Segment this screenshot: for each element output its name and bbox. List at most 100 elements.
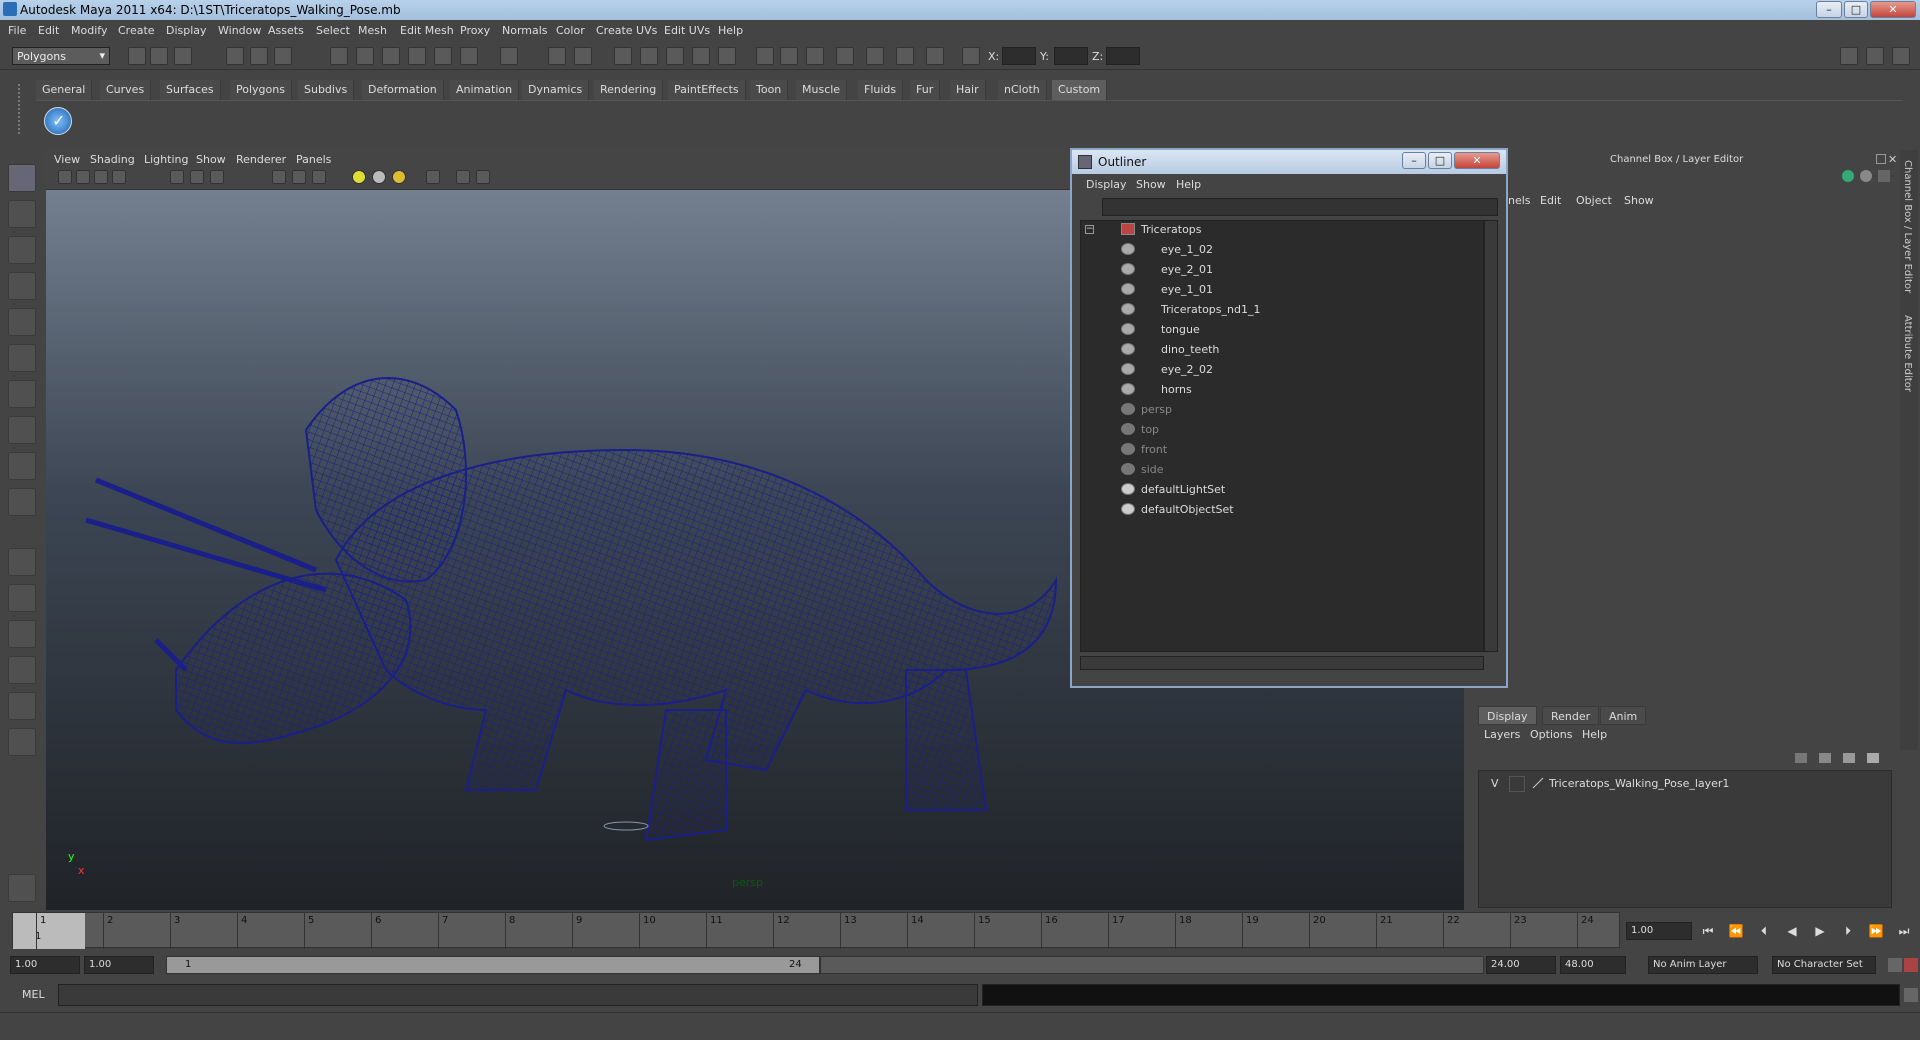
grid-icon[interactable]: [170, 170, 184, 184]
wireframe-icon[interactable]: [272, 170, 286, 184]
hypershade-icon[interactable]: [692, 47, 710, 65]
layer-menu-layers[interactable]: Layers: [1484, 728, 1520, 741]
menu-create[interactable]: Create: [118, 24, 155, 37]
shelf-tab-curves[interactable]: Curves: [100, 80, 152, 100]
image-plane-icon[interactable]: [112, 170, 126, 184]
soft-mod-tool-icon[interactable]: [8, 416, 36, 444]
hand-icon[interactable]: [8, 874, 36, 902]
layer-type-toggle[interactable]: [1509, 776, 1525, 792]
display-icon[interactable]: [1860, 170, 1872, 182]
custom-layout-icon[interactable]: [8, 728, 36, 756]
move-tool-icon[interactable]: [8, 272, 36, 300]
outliner-close-button[interactable]: ✕: [1454, 152, 1500, 169]
open-scene-icon[interactable]: [150, 47, 168, 65]
shelf-tab-fur[interactable]: Fur: [910, 80, 941, 100]
xray-joints-icon[interactable]: [476, 170, 490, 184]
snap-point-icon[interactable]: [382, 47, 400, 65]
command-language-label[interactable]: MEL: [22, 988, 45, 1001]
relative-transform-icon[interactable]: [806, 47, 824, 65]
numeric-input-icon[interactable]: [962, 47, 980, 65]
resolution-gate-icon[interactable]: [210, 170, 224, 184]
snap-surface-icon[interactable]: [434, 47, 452, 65]
layer-visibility-toggle[interactable]: V: [1491, 777, 1499, 790]
layer-add-icon[interactable]: [1842, 752, 1856, 764]
new-layer-icon[interactable]: [1794, 752, 1808, 764]
collapse-toggle-icon[interactable]: −: [1085, 225, 1094, 234]
animation-preferences-icon[interactable]: [1904, 958, 1918, 972]
side-tab-attribute-editor[interactable]: Attribute Editor: [1902, 315, 1913, 392]
layer-tab-display[interactable]: Display: [1478, 706, 1537, 725]
menu-create-uvs[interactable]: Create UVs: [596, 24, 657, 37]
channel-box-menu-show[interactable]: Show: [1624, 194, 1654, 207]
four-pane-layout-icon[interactable]: [8, 584, 36, 612]
outliner-item-eye-1-02[interactable]: eye_1_02: [1121, 241, 1421, 259]
bookmark-icon[interactable]: [94, 170, 108, 184]
shelf-tab-toon[interactable]: Toon: [750, 80, 789, 100]
layer-tab-anim[interactable]: Anim: [1600, 706, 1647, 725]
viewport-menu-renderer[interactable]: Renderer: [236, 153, 286, 166]
textured-icon[interactable]: [312, 170, 326, 184]
brush-icon[interactable]: [1878, 170, 1890, 182]
render-settings-icon[interactable]: [666, 47, 684, 65]
key-icon[interactable]: [1888, 958, 1902, 972]
shelf-tab-rendering[interactable]: Rendering: [594, 80, 664, 100]
shelf-tab-muscle[interactable]: Muscle: [796, 80, 848, 100]
select-hierarchy-icon[interactable]: [226, 47, 244, 65]
outliner-item-top[interactable]: top: [1121, 421, 1421, 439]
menu-edit-uvs[interactable]: Edit UVs: [664, 24, 710, 37]
go-to-start-icon[interactable]: ⏮: [1698, 924, 1718, 940]
outliner-item-front[interactable]: front: [1121, 441, 1421, 459]
shadows-icon[interactable]: [392, 170, 406, 184]
select-component-icon[interactable]: [274, 47, 292, 65]
check-icon[interactable]: ✓: [44, 107, 72, 135]
menu-help[interactable]: Help: [718, 24, 743, 37]
menu-proxy[interactable]: Proxy: [460, 24, 490, 37]
z-field[interactable]: [1106, 47, 1140, 65]
snap-curve-icon[interactable]: [356, 47, 374, 65]
play-backward-icon[interactable]: ◀: [1782, 924, 1802, 940]
y-field[interactable]: [1054, 47, 1088, 65]
step-forward-key-icon[interactable]: ⏩: [1866, 924, 1886, 940]
outliner-title-bar[interactable]: Outliner – □ ✕: [1072, 150, 1506, 174]
select-object-icon[interactable]: [250, 47, 268, 65]
channel-box-menu-edit[interactable]: Edit: [1540, 194, 1561, 207]
current-frame-indicator[interactable]: [13, 913, 85, 949]
new-layer-selected-icon[interactable]: [1818, 752, 1832, 764]
tools-icon[interactable]: [926, 47, 944, 65]
start-time-field[interactable]: 1.00: [10, 956, 80, 974]
lock-icon[interactable]: [548, 47, 566, 65]
default-light-icon[interactable]: [352, 170, 366, 184]
menu-assets[interactable]: Assets: [268, 24, 304, 37]
hypershade-layout-icon[interactable]: [8, 692, 36, 720]
outliner-menu-show[interactable]: Show: [1136, 178, 1166, 191]
manipulator-tool-icon[interactable]: [8, 380, 36, 408]
render-view-icon[interactable]: [718, 47, 736, 65]
menu-window[interactable]: Window: [218, 24, 261, 37]
outliner-maximize-button[interactable]: □: [1428, 152, 1452, 169]
snap-view-icon[interactable]: [408, 47, 426, 65]
outliner-item-persp[interactable]: persp: [1121, 401, 1421, 419]
help-icon[interactable]: [500, 47, 518, 65]
new-scene-icon[interactable]: [128, 47, 146, 65]
ipr-render-icon[interactable]: [640, 47, 658, 65]
channel-box-menu-channels[interactable]: nels: [1508, 194, 1531, 207]
shelf-grip-handle[interactable]: [18, 84, 30, 134]
shelf-tab-surfaces[interactable]: Surfaces: [160, 80, 221, 100]
menu-normals[interactable]: Normals: [502, 24, 548, 37]
menu-mesh[interactable]: Mesh: [358, 24, 387, 37]
camera-icon[interactable]: [866, 47, 884, 65]
paint-select-tool-icon[interactable]: [8, 236, 36, 264]
isolate-select-icon[interactable]: [426, 170, 440, 184]
absolute-transform-icon[interactable]: [780, 47, 798, 65]
end-time-field[interactable]: 48.00: [1560, 956, 1626, 974]
lasso-tool-icon[interactable]: [8, 200, 36, 228]
menu-file[interactable]: File: [8, 24, 26, 37]
show-manipulator-icon[interactable]: [8, 452, 36, 480]
shelf-tab-dynamics[interactable]: Dynamics: [522, 80, 590, 100]
shelf-tab-ncloth[interactable]: nCloth: [998, 80, 1047, 100]
close-panel-icon[interactable]: ✕: [1888, 153, 1897, 166]
sphere-icon[interactable]: [1842, 170, 1854, 182]
menu-edit-mesh[interactable]: Edit Mesh: [400, 24, 454, 37]
viewport-menu-panels[interactable]: Panels: [296, 153, 331, 166]
shelf-tab-hair[interactable]: Hair: [950, 80, 986, 100]
